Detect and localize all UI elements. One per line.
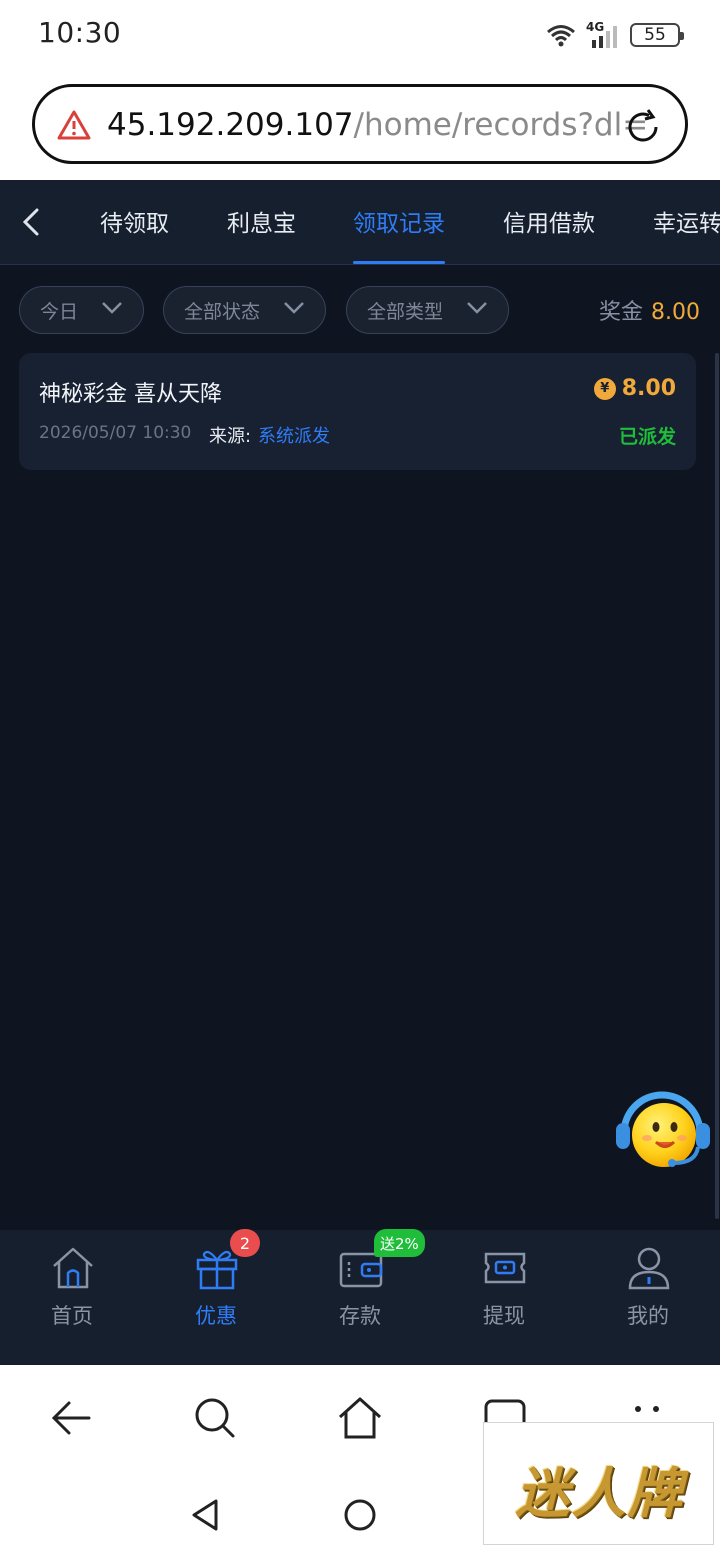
record-item[interactable]: 神秘彩金 喜从天降 ¥ 8.00 2026/05/07 10:30 来源: 系统…	[19, 353, 696, 470]
url-text[interactable]: 45.192.209.107/home/records?dl=	[107, 107, 648, 143]
status-filter[interactable]: 全部状态	[163, 286, 326, 334]
promotions-badge: 2	[230, 1229, 260, 1257]
record-amount-value: 8.00	[621, 376, 676, 401]
chevron-down-icon	[284, 302, 304, 314]
record-date: 2026/05/07 10:30	[39, 423, 192, 443]
type-filter[interactable]: 全部类型	[346, 286, 509, 334]
status-time: 10:30	[38, 16, 122, 49]
tab-credit-loan[interactable]: 信用借款	[503, 204, 595, 238]
status-icons: 4G 55	[546, 20, 684, 50]
nav-deposit[interactable]: 送2% 存款	[288, 1229, 432, 1354]
nav-withdraw[interactable]: 提现	[432, 1244, 576, 1354]
nav-home-label: 首页	[51, 1304, 93, 1328]
record-source-label: 来源:	[209, 426, 252, 447]
bottom-nav: 首页 2 优惠 送2% 存款 提现 我的	[0, 1229, 720, 1365]
record-status: 已派发	[618, 426, 676, 448]
watermark-logo: 迷人牌	[483, 1422, 714, 1545]
tab-interest[interactable]: 利息宝	[227, 204, 296, 238]
customer-service-icon[interactable]	[612, 1085, 712, 1175]
app-content: 待领取 利息宝 领取记录 信用借款 幸运转 今日 全部状态 全部类型 奖金 8.0…	[0, 180, 720, 1365]
record-source-value: 系统派发	[258, 426, 330, 447]
date-filter[interactable]: 今日	[19, 286, 144, 334]
active-tab-indicator	[353, 261, 445, 264]
home-page-icon[interactable]	[335, 1393, 385, 1443]
nav-deposit-label: 存款	[339, 1304, 381, 1328]
type-filter-label: 全部类型	[367, 300, 444, 323]
nav-promotions-label: 优惠	[195, 1304, 237, 1328]
record-amount: ¥ 8.00	[593, 376, 676, 401]
nav-home[interactable]: 首页	[0, 1244, 144, 1354]
watermark-text: 迷人牌	[515, 1461, 684, 1525]
reload-icon[interactable]	[623, 107, 663, 147]
home-icon	[53, 1247, 93, 1289]
nav-promotions[interactable]: 2 优惠	[144, 1229, 288, 1354]
system-back-icon[interactable]	[186, 1495, 226, 1535]
chevron-down-icon	[467, 302, 487, 314]
bonus-total-value: 8.00	[651, 300, 700, 325]
record-title: 神秘彩金 喜从天降	[39, 382, 222, 407]
system-home-icon[interactable]	[340, 1495, 380, 1535]
date-filter-label: 今日	[40, 300, 79, 323]
bonus-total: 奖金 8.00	[599, 294, 700, 326]
url-host: 45.192.209.107	[107, 107, 354, 143]
ticket-icon	[484, 1252, 526, 1284]
search-icon[interactable]	[190, 1393, 240, 1443]
tab-lucky-wheel[interactable]: 幸运转	[653, 204, 720, 238]
bonus-total-label: 奖金	[599, 300, 644, 325]
cell-signal-icon: 4G	[586, 20, 620, 48]
coin-icon: ¥	[593, 377, 616, 400]
deposit-bonus-badge: 送2%	[374, 1229, 425, 1257]
back-icon[interactable]	[14, 204, 50, 240]
chevron-down-icon	[102, 302, 122, 314]
scrollbar[interactable]	[715, 353, 719, 1219]
status-filter-label: 全部状态	[184, 300, 261, 323]
status-bar: 10:30 4G 55	[0, 0, 720, 70]
nav-withdraw-label: 提现	[483, 1304, 525, 1328]
tab-pending[interactable]: 待领取	[100, 204, 169, 238]
user-icon	[628, 1247, 670, 1290]
url-bar[interactable]: 45.192.209.107/home/records?dl=	[32, 84, 688, 164]
tab-bar: 待领取 利息宝 领取记录 信用借款 幸运转	[0, 180, 720, 265]
warning-icon[interactable]	[57, 109, 91, 141]
url-path: /home/records?dl=	[353, 107, 649, 143]
nav-profile-label: 我的	[627, 1304, 669, 1328]
wifi-icon	[547, 25, 575, 47]
back-arrow-icon[interactable]	[47, 1393, 97, 1443]
nav-profile[interactable]: 我的	[576, 1244, 720, 1354]
battery-indicator: 55	[630, 23, 684, 47]
tab-records[interactable]: 领取记录	[353, 204, 445, 238]
